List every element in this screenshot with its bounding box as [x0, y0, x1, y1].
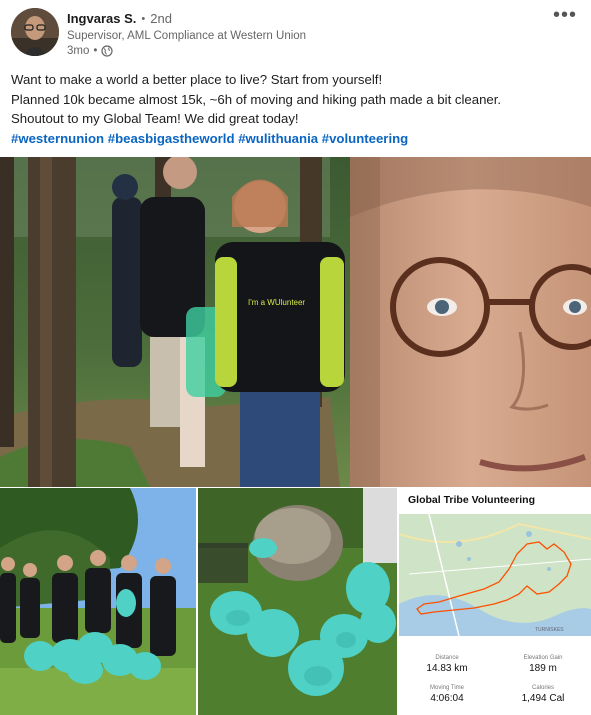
stat-value: 1,494 Cal [521, 693, 565, 704]
activity-card[interactable]: Global Tribe Volunteering TURNISKES Dist… [399, 488, 591, 715]
hashtag-link[interactable]: #wulithuania [238, 131, 318, 146]
map-place-label: TURNISKES [535, 627, 564, 633]
stat-label: Moving Time [429, 685, 464, 691]
globe-icon [101, 45, 114, 57]
stat-label: Calories [531, 685, 554, 691]
hashtag-link[interactable]: #westernunion [11, 131, 104, 146]
post-line: Shoutout to my Global Team! We did great… [11, 111, 299, 127]
stat-value: 4:06:04 [430, 693, 464, 704]
stat-elevation: Elevation Gain 189 m [495, 655, 591, 674]
post-time: 3mo [67, 45, 90, 57]
separator-dot: • [93, 45, 98, 57]
author-headline: Supervisor, AML Compliance at Western Un… [67, 30, 307, 42]
activity-title: Global Tribe Volunteering [408, 494, 535, 506]
stat-value: 189 m [529, 663, 557, 674]
post-line: Planned 10k became almost 15k, ~6h of mo… [11, 91, 502, 107]
author-name[interactable]: Ingvaras S. [67, 11, 136, 26]
post-line: Want to make a world a better place to l… [11, 72, 383, 87]
connection-degree: 2nd [150, 11, 172, 26]
stat-label: Elevation Gain [523, 655, 563, 661]
group-photo[interactable] [0, 488, 196, 715]
hashtag-link[interactable]: #volunteering [322, 131, 408, 146]
stat-moving-time: Moving Time 4:06:04 [399, 685, 495, 704]
main-photo[interactable]: I'm a WUlunteer [0, 157, 591, 487]
hashtag-list: #westernunion #beasbigastheworld #wulith… [11, 129, 581, 149]
stat-label: Distance [435, 655, 459, 661]
stat-value: 14.83 km [426, 663, 468, 674]
separator-dot: • [141, 12, 146, 25]
stat-distance: Distance 14.83 km [399, 655, 495, 674]
more-options-icon[interactable]: ••• [553, 5, 577, 25]
route-map: TURNISKES [399, 514, 591, 636]
post-body: Want to make a world a better place to l… [11, 70, 581, 148]
avatar[interactable] [11, 8, 59, 56]
stat-calories: Calories 1,494 Cal [495, 685, 591, 704]
hashtag-link[interactable]: #beasbigastheworld [108, 131, 235, 146]
trash-bags-photo[interactable] [198, 488, 397, 715]
activity-stats: Distance 14.83 km Elevation Gain 189 m M… [399, 652, 591, 715]
shirt-print: I'm a WUlunteer [248, 298, 305, 307]
post-header: Ingvaras S. • 2nd Supervisor, AML Compli… [0, 0, 591, 66]
